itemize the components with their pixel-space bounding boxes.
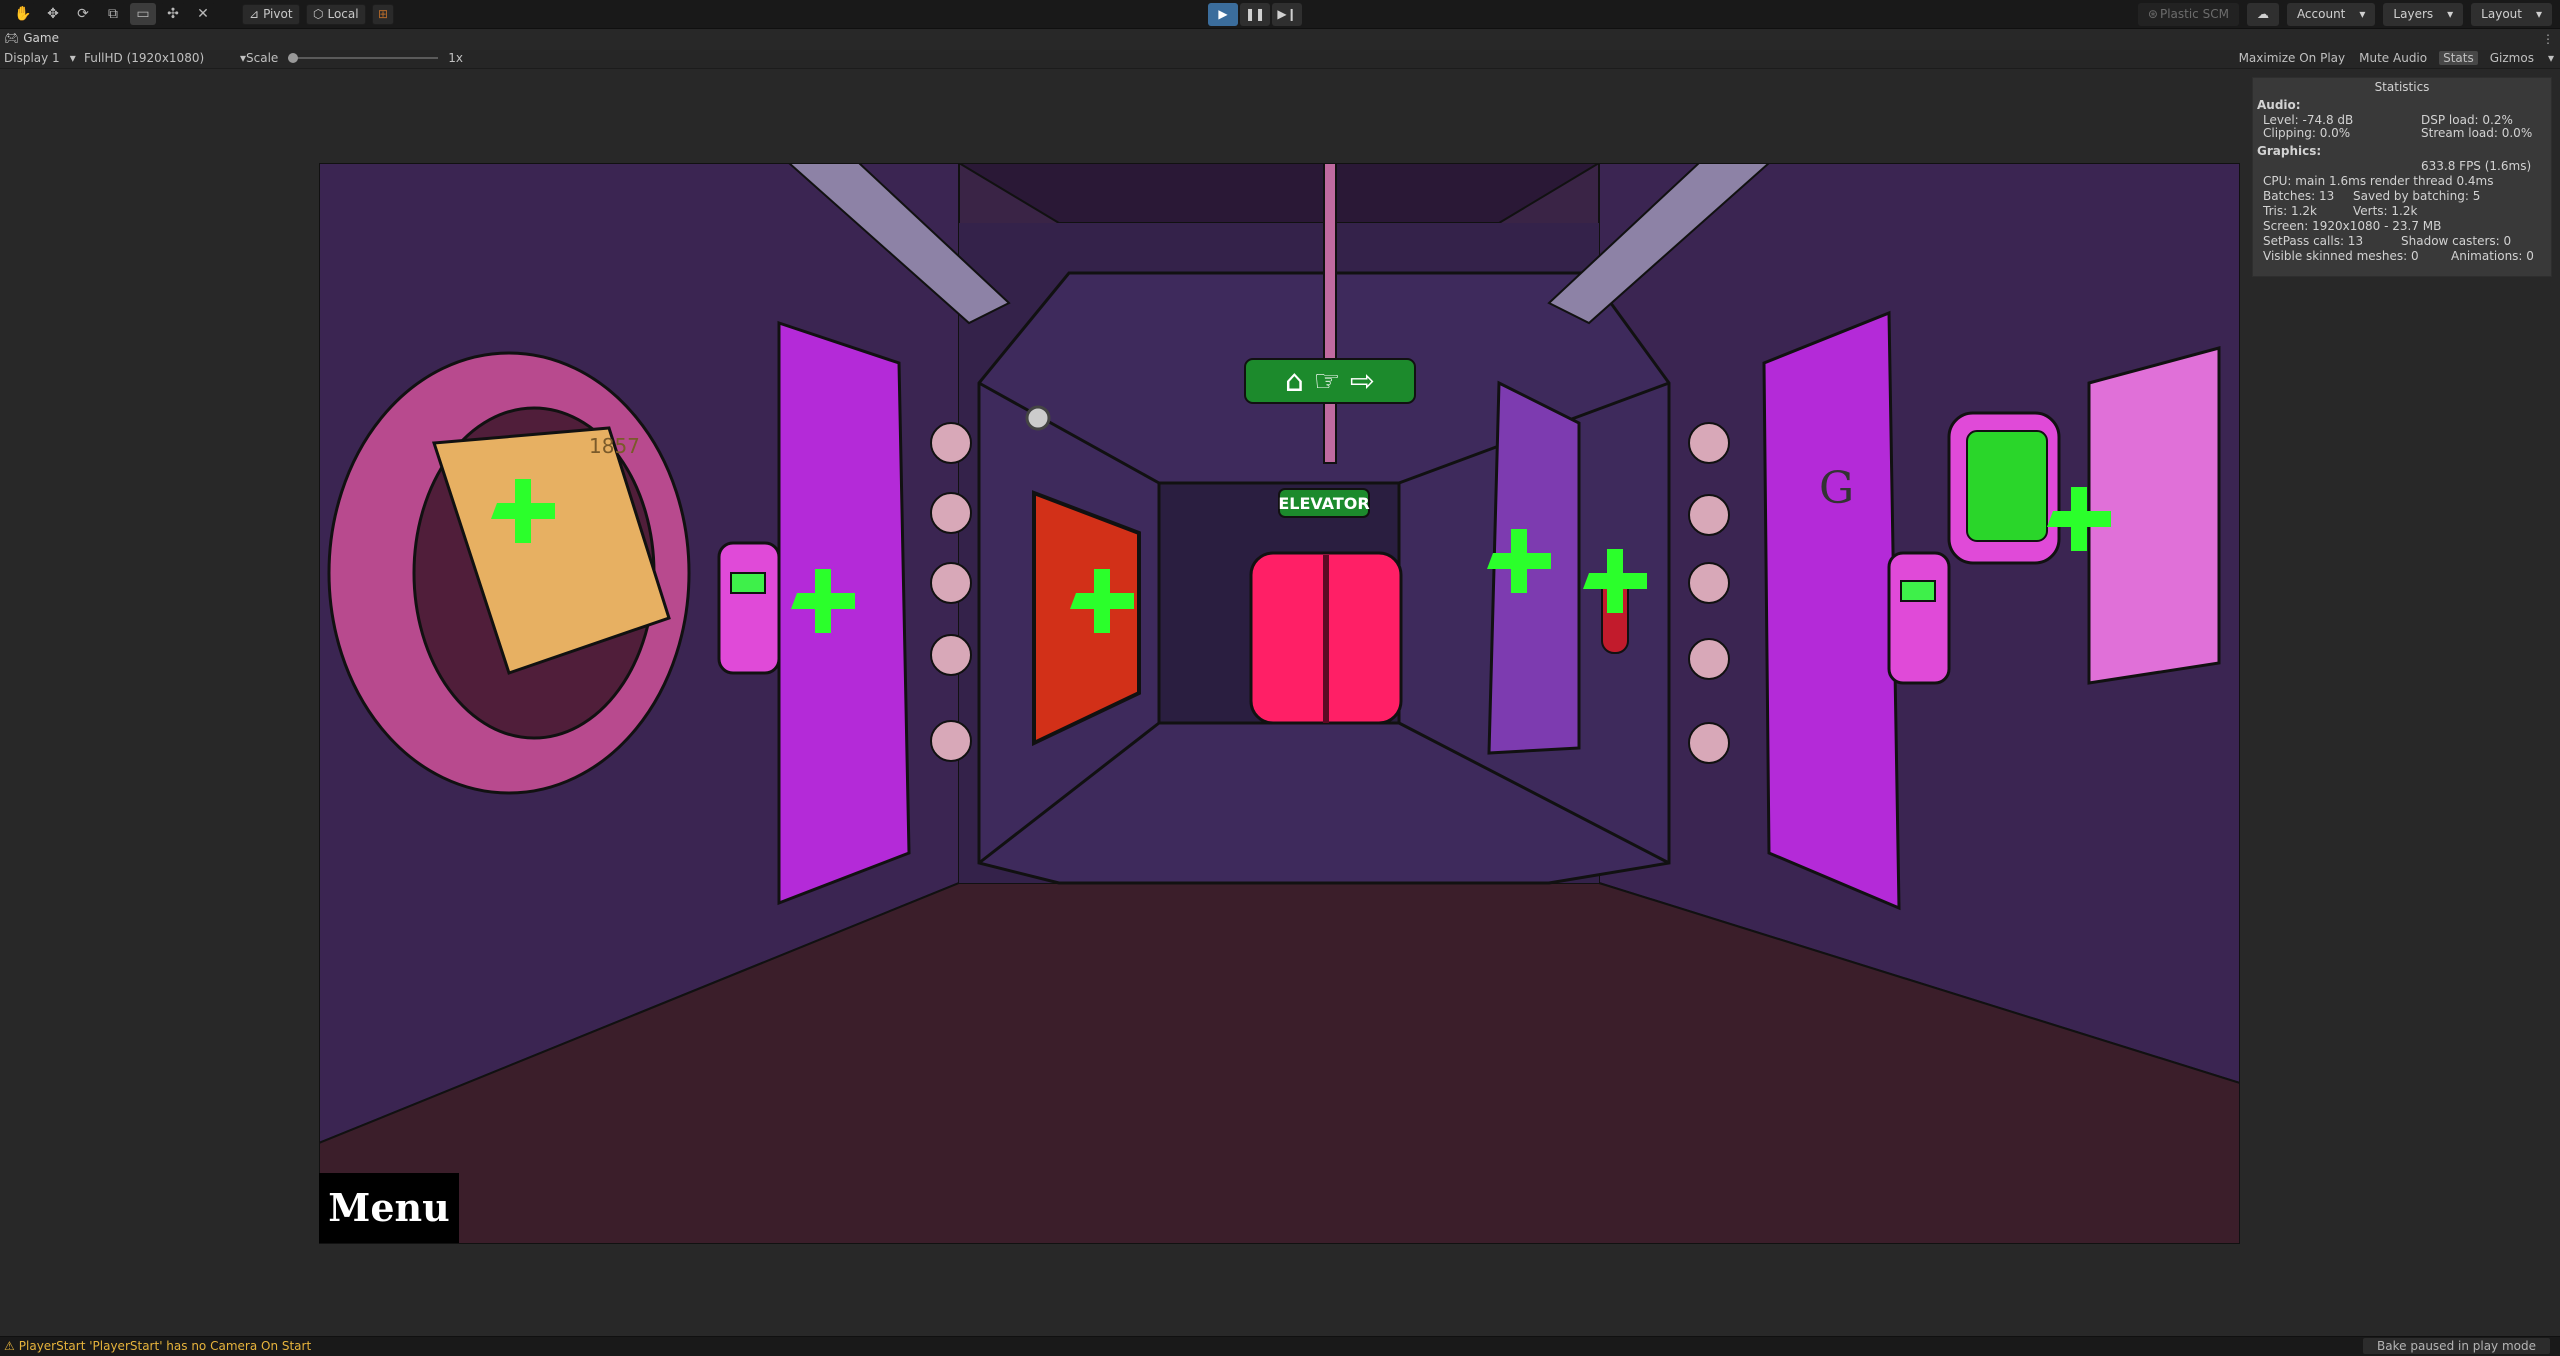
plastic-label: Plastic SCM: [2159, 7, 2229, 21]
graphics-header: Graphics:: [2257, 144, 2322, 158]
move-tool-icon[interactable]: ✥: [40, 3, 66, 25]
verts-count: Verts: 1.2k: [2353, 204, 2418, 218]
setpass-calls: SetPass calls: 13: [2263, 234, 2364, 248]
audio-clipping: Clipping: 0.0%: [2263, 126, 2351, 140]
tab-game[interactable]: 🎮︎ Game: [4, 31, 59, 45]
maximize-on-play-toggle[interactable]: Maximize On Play: [2237, 51, 2348, 65]
cursor-dot-icon: [1025, 405, 1051, 431]
step-button[interactable]: ▶❙: [1272, 3, 1302, 26]
account-dropdown[interactable]: Account ▾: [2286, 3, 2376, 26]
chevron-down-icon[interactable]: ▾: [2546, 51, 2556, 65]
game-scene: ELEVATOR ⌂ ☞ ⇨ G 1857: [319, 163, 2240, 1244]
tris-count: Tris: 1.2k: [2263, 204, 2317, 218]
pivot-toggle[interactable]: ⊿ Pivot: [242, 4, 300, 25]
fps-value: 633.8 FPS (1.6ms): [2421, 159, 2532, 173]
elevator-sign-text: ELEVATOR: [1278, 494, 1369, 513]
account-label: Account: [2296, 7, 2346, 21]
cpu-time: CPU: main 1.6ms render thread 0.4ms: [2263, 174, 2494, 188]
animations-count: Animations: 0: [2451, 249, 2534, 263]
ceiling-pipe: [1323, 163, 1337, 464]
stream-load: Stream load: 0.0%: [2421, 126, 2533, 140]
right-toolbar: ⊛ Plastic SCM ☁ Account ▾ Layers ▾ Layout ▾: [2137, 3, 2552, 26]
scale-control: Scale 1x: [246, 51, 463, 65]
scale-slider-handle[interactable]: [288, 53, 299, 63]
plastic-icon: ⊛: [2147, 7, 2158, 21]
audio-level: Level: -74.8 dB: [2263, 113, 2354, 127]
batches-count: Batches: 13: [2263, 189, 2335, 203]
dsp-load: DSP load: 0.2%: [2421, 113, 2513, 127]
audio-header: Audio:: [2257, 98, 2301, 112]
game-view-options: Maximize On Play Mute Audio Stats Gizmos…: [2237, 51, 2556, 65]
warning-icon: ⚠: [4, 1339, 15, 1353]
chevron-down-icon: ▾: [2535, 7, 2542, 21]
status-bar: ⚠ PlayerStart 'PlayerStart' has no Camer…: [0, 1336, 2560, 1356]
chevron-down-icon: ▾: [2447, 7, 2454, 21]
scale-tool-icon[interactable]: ⧉: [100, 3, 126, 25]
right-keypad: [1887, 551, 1951, 685]
tool-group: ✋ ✥ ⟳ ⧉ ▭ ✣ ✕: [10, 3, 216, 25]
rotate-tool-icon[interactable]: ⟳: [70, 3, 96, 25]
tab-bar: 🎮︎ Game ⋮: [0, 30, 2560, 50]
door-letter: G: [1819, 463, 1854, 514]
scale-label: Scale: [246, 51, 279, 65]
layout-dropdown[interactable]: Layout ▾: [2471, 3, 2552, 26]
left-door: [777, 320, 911, 906]
gamepad-icon: 🎮︎: [4, 31, 20, 45]
console-warning[interactable]: ⚠ PlayerStart 'PlayerStart' has no Camer…: [4, 1339, 311, 1353]
poster-year: 1857: [589, 434, 640, 458]
cloud-icon: ☁: [2256, 7, 2269, 21]
chevron-down-icon: ▾: [69, 51, 76, 65]
display-label: Display 1: [4, 51, 60, 65]
gizmos-toggle[interactable]: Gizmos: [2488, 51, 2536, 65]
layers-label: Layers: [2393, 7, 2434, 21]
screen-info: Screen: 1920x1080 - 23.7 MB: [2263, 219, 2442, 233]
ceiling: [957, 163, 1601, 224]
left-keypad: [717, 541, 781, 675]
main-toolbar: ✋ ✥ ⟳ ⧉ ▭ ✣ ✕ ⊿ Pivot ⬡ Local ⊞ ▶ ❚❚ ▶❙ …: [0, 0, 2560, 29]
warning-text: PlayerStart 'PlayerStart' has no Camera …: [18, 1339, 312, 1353]
rect-tool-icon[interactable]: ▭: [130, 3, 156, 25]
right-keypad-screen: [1900, 580, 1936, 602]
saved-by-batching: Saved by batching: 5: [2353, 189, 2481, 203]
menu-button[interactable]: Menu: [319, 1173, 459, 1243]
scale-slider[interactable]: [288, 53, 439, 63]
hand-tool-icon[interactable]: ✋: [10, 3, 36, 25]
resolution-label: FullHD (1920x1080): [84, 51, 205, 65]
layout-label: Layout: [2481, 7, 2522, 21]
plastic-scm-button[interactable]: ⊛ Plastic SCM: [2137, 3, 2239, 26]
local-toggle[interactable]: ⬡ Local: [306, 4, 366, 25]
cloud-button[interactable]: ☁: [2246, 3, 2279, 26]
game-view-bar: Display 1 ▾ FullHD (1920x1080) ▾ Scale 1x …: [0, 50, 2560, 69]
chevron-down-icon: ▾: [2359, 7, 2366, 21]
play-button[interactable]: ▶: [1208, 3, 1238, 26]
more-options-icon[interactable]: ⋮: [2542, 32, 2554, 46]
scale-value: 1x: [448, 51, 464, 65]
layers-dropdown[interactable]: Layers ▾: [2383, 3, 2464, 26]
computer-screen: [1966, 430, 2048, 542]
custom-tool-icon[interactable]: ✕: [190, 3, 216, 25]
transform-tool-icon[interactable]: ✣: [160, 3, 186, 25]
playback-controls: ▶ ❚❚ ▶❙: [1208, 3, 1302, 26]
left-keypad-screen: [730, 572, 766, 594]
stats-toggle[interactable]: Stats: [2439, 51, 2478, 65]
local-label: Local: [327, 7, 359, 21]
resolution-dropdown[interactable]: FullHD (1920x1080) ▾: [84, 51, 246, 65]
snap-grid-icon[interactable]: ⊞: [372, 4, 394, 25]
right-door: [1762, 310, 1901, 911]
visible-skinned-meshes: Visible skinned meshes: 0: [2263, 249, 2419, 263]
pivot-label: Pivot: [263, 7, 293, 21]
statistics-title: Statistics: [2374, 80, 2430, 94]
statistics-panel: Statistics Audio: Level: -74.8 dB DSP lo…: [2252, 77, 2552, 277]
pause-button[interactable]: ❚❚: [1240, 3, 1270, 26]
display-dropdown[interactable]: Display 1 ▾: [4, 51, 76, 65]
arrow-right-icon: ⌂ ☞ ⇨: [1285, 364, 1375, 399]
tab-game-label: Game: [23, 31, 59, 45]
game-viewport[interactable]: ELEVATOR ⌂ ☞ ⇨ G 1857 Menu: [319, 163, 2240, 1244]
bake-status[interactable]: Bake paused in play mode: [2363, 1338, 2550, 1354]
mute-audio-toggle[interactable]: Mute Audio: [2357, 51, 2429, 65]
local-icon: ⬡: [313, 7, 324, 21]
shadow-casters: Shadow casters: 0: [2401, 234, 2512, 248]
pivot-icon: ⊿: [249, 7, 260, 21]
